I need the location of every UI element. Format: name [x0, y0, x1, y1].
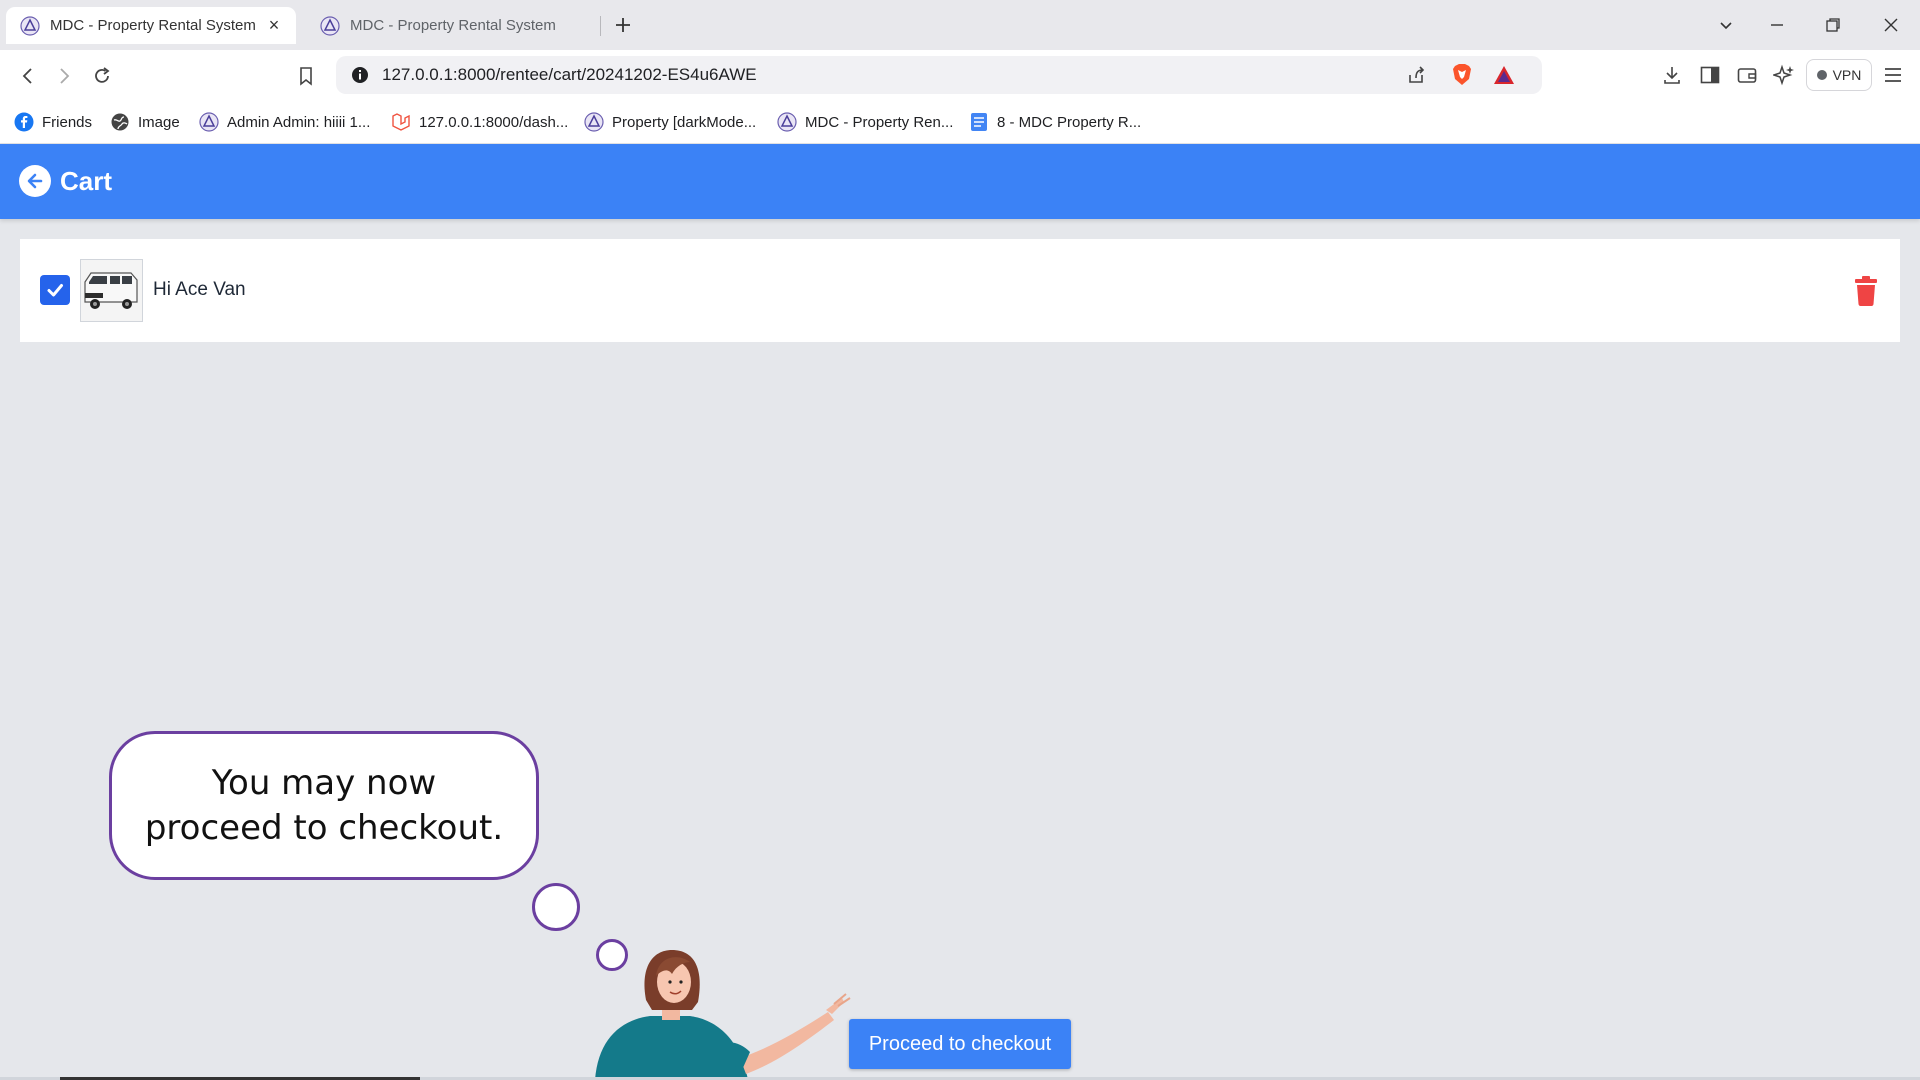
close-tab-icon[interactable]: ×: [264, 15, 284, 36]
close-window-icon[interactable]: [1876, 10, 1906, 40]
tab-title: MDC - Property Rental System: [50, 17, 256, 34]
speech-bubble: You may now proceed to checkout.: [109, 731, 539, 880]
mdc-logo-icon: [584, 112, 604, 132]
delete-item-button[interactable]: [1854, 276, 1878, 306]
bookmark-label: 8 - MDC Property R...: [997, 113, 1142, 131]
bookmark-label: MDC - Property Ren...: [805, 113, 954, 131]
reload-icon[interactable]: [88, 62, 116, 90]
bookmark-label: Property [darkMode...: [612, 113, 757, 131]
bookmarks-bar: Friends Image Admin Admin: hiiii 1... 12…: [0, 100, 1920, 144]
thought-puff-large: [532, 883, 580, 931]
proceed-to-checkout-button[interactable]: Proceed to checkout: [849, 1019, 1071, 1069]
brave-rewards-icon[interactable]: [1492, 63, 1516, 87]
bubble-message: You may now proceed to checkout.: [144, 762, 504, 848]
address-bar[interactable]: 127.0.0.1:8000/rentee/cart/20241202-ES4u…: [336, 56, 1542, 94]
mdc-logo-icon: [199, 112, 219, 132]
bookmark-item[interactable]: 8 - MDC Property R...: [969, 111, 1141, 133]
tab-list-chevron-icon[interactable]: [1711, 10, 1741, 40]
menu-icon[interactable]: [1880, 62, 1906, 88]
mdc-logo-icon: [320, 15, 340, 36]
restore-icon[interactable]: [1818, 10, 1848, 40]
bookmark-label: Image: [138, 113, 180, 131]
bookmark-item[interactable]: Property [darkMode...: [584, 111, 756, 133]
tab-title: MDC - Property Rental System: [350, 17, 556, 34]
bookmark-label: Admin Admin: hiiii 1...: [227, 113, 371, 131]
bookmark-item[interactable]: Friends: [14, 111, 92, 133]
bookmark-icon[interactable]: [292, 62, 320, 90]
site-info-icon[interactable]: [348, 63, 372, 87]
woman-pointing-illustration: [595, 950, 851, 1080]
back-button[interactable]: [19, 165, 51, 197]
browser-tab-strip: MDC - Property Rental System × MDC - Pro…: [0, 0, 1920, 50]
mdc-logo-icon: [777, 112, 797, 132]
back-arrow-icon[interactable]: [14, 62, 42, 90]
item-thumbnail: [80, 259, 143, 322]
sidebar-icon[interactable]: [1697, 62, 1723, 88]
forward-arrow-icon[interactable]: [50, 62, 78, 90]
trash-icon: [1855, 276, 1877, 306]
page-header: Cart: [0, 144, 1920, 219]
bookmark-item[interactable]: Admin Admin: hiiii 1...: [199, 111, 370, 133]
url-text[interactable]: 127.0.0.1:8000/rentee/cart/20241202-ES4u…: [382, 56, 757, 94]
docs-icon: [969, 112, 989, 132]
bookmark-label: Friends: [42, 113, 93, 131]
vpn-button[interactable]: VPN: [1806, 59, 1872, 91]
minimize-icon[interactable]: [1762, 10, 1792, 40]
cart-item-card: Hi Ace Van: [20, 239, 1900, 342]
new-tab-icon[interactable]: [610, 12, 636, 38]
tab-divider: [600, 16, 601, 36]
wallet-icon[interactable]: [1734, 62, 1760, 88]
laravel-icon: [391, 112, 411, 132]
vpn-label: VPN: [1832, 67, 1862, 83]
share-icon[interactable]: [1404, 63, 1428, 87]
tab-active[interactable]: MDC - Property Rental System ×: [6, 7, 296, 44]
vpn-status-icon: [1816, 70, 1827, 80]
brave-shields-icon[interactable]: [1450, 63, 1474, 87]
leo-ai-icon[interactable]: [1771, 62, 1797, 88]
item-select-checkbox[interactable]: [40, 275, 70, 305]
bookmark-item[interactable]: MDC - Property Ren...: [777, 111, 953, 133]
item-name: Hi Ace Van: [153, 279, 246, 300]
bookmark-label: 127.0.0.1:8000/dash...: [419, 113, 569, 131]
download-icon[interactable]: [1659, 62, 1685, 88]
van-image: [81, 260, 142, 321]
check-icon: [47, 284, 63, 297]
bookmark-item[interactable]: 127.0.0.1:8000/dash...: [391, 111, 568, 133]
tab-inactive[interactable]: MDC - Property Rental System: [306, 7, 596, 44]
arrow-left-icon: [27, 173, 43, 189]
facebook-icon: [14, 112, 34, 132]
bookmark-item[interactable]: Image: [110, 111, 180, 133]
mdc-logo-icon: [20, 15, 40, 36]
page-title: Cart: [60, 166, 113, 196]
globe-icon: [110, 112, 130, 132]
